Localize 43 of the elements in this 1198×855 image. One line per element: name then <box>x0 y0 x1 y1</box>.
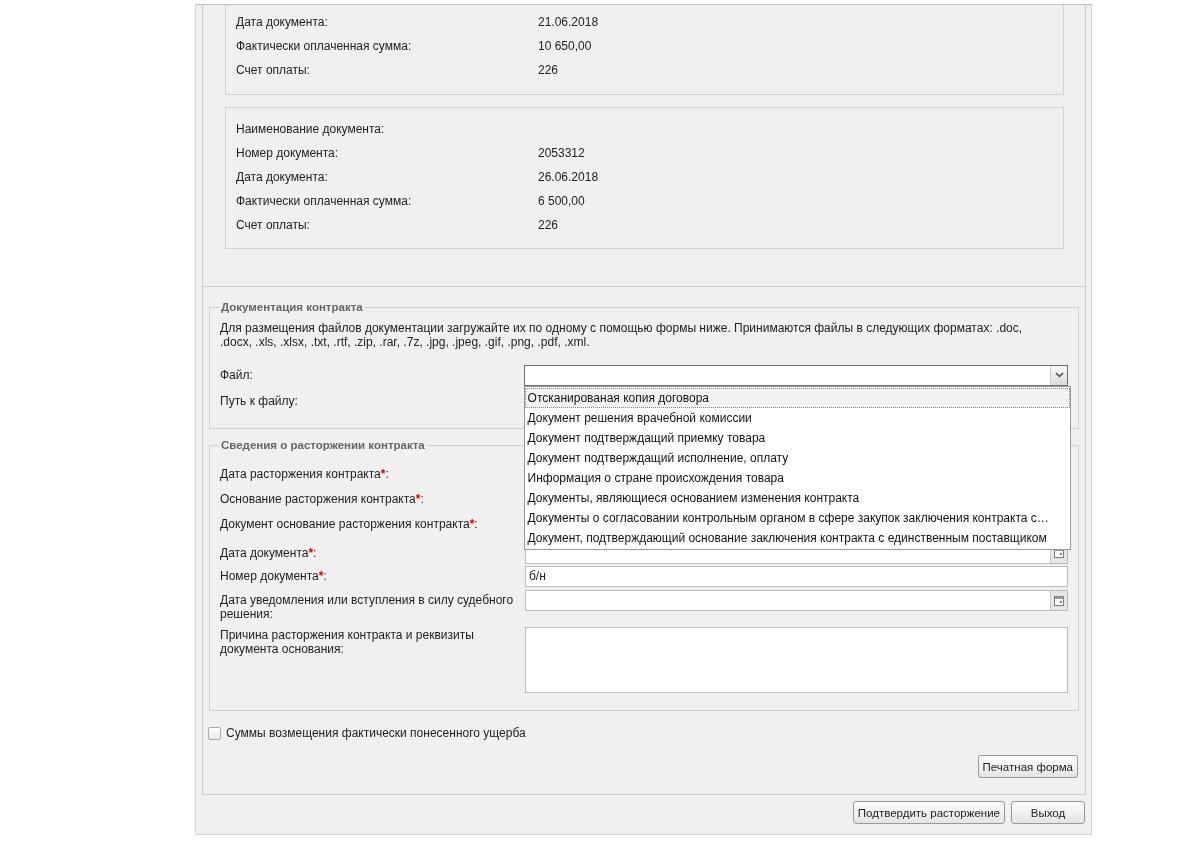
field-label: Путь к файлу: <box>220 394 299 408</box>
field-value: 6 500,00 <box>538 194 585 208</box>
field-value: 10 650,00 <box>538 39 592 53</box>
field-label: Фактически оплаченная сумма: <box>236 194 413 208</box>
field-label: Дата документа: <box>236 170 329 184</box>
section-legend: Сведения о расторжении контракта <box>219 439 427 451</box>
footer-button[interactable]: Выход <box>1011 801 1085 824</box>
field-label: Дата расторжения контракта*: <box>220 466 390 481</box>
field-label: Номер документа*: <box>220 569 328 583</box>
date-field[interactable] <box>525 590 1068 611</box>
field-value: 226 <box>538 218 559 232</box>
field-label: Счет оплаты: <box>236 218 311 232</box>
footer-button[interactable]: Подтвердить расторжение <box>852 801 1005 824</box>
dropdown-option[interactable]: Документы, являющиеся основанием изменения контракта <box>524 487 1070 508</box>
field-value: 26.06.2018 <box>538 170 599 184</box>
field-value: 2053312 <box>538 146 585 160</box>
field-label: Файл: <box>220 368 254 382</box>
dropdown-option[interactable]: Отсканированая копия договора <box>524 387 1070 408</box>
field-label: Счет оплаты: <box>236 63 311 77</box>
dropdown-option[interactable]: Документы о согласовании контрольным органом в сфере закупок заключения контракта с… <box>524 507 1070 528</box>
field-value: 21.06.2018 <box>538 15 599 29</box>
print-form-button[interactable]: Печатная форма <box>977 755 1078 778</box>
field-label: Документ основание расторжения контракта*: <box>220 516 479 531</box>
field-label: Дата уведомления или вступления в силу судебного решения: <box>220 592 515 621</box>
field-label: Дата документа*: <box>220 546 318 560</box>
calendar-icon[interactable] <box>1050 591 1067 610</box>
description-text: Для размещения файлов документации загружайте их по одному с помощью формы ниже. Принимаются файлы в следующих форматах: .doc, .docx, .xls, .xlsx, .txt, .rtf, .zip, .rar, .7z, .jpg, .jpeg, .gif, .png, .pdf, .xml. <box>220 321 1024 349</box>
checkbox-icon[interactable] <box>208 726 221 740</box>
field-label: Фактически оплаченная сумма: <box>236 39 413 53</box>
field-label: Наименование документа: <box>236 122 386 136</box>
dropdown-option[interactable]: Информация о стране происхождения товара <box>524 467 1070 488</box>
dropdown-option[interactable]: Документ подтверждащий приемку товара <box>524 427 1070 448</box>
field-label: Номер документа: <box>236 146 340 160</box>
text-field[interactable]: б/н <box>525 565 1068 587</box>
file-type-select[interactable] <box>523 364 1068 386</box>
field-label: Причина расторжения контракта и реквизиты документа основания: <box>220 627 475 656</box>
dropdown-option[interactable]: Документ подтверждащий исполнение, оплату <box>524 447 1070 468</box>
dropdown-option[interactable]: Документ решения врачебной комиссии <box>524 407 1070 428</box>
section-legend: Документация контракта <box>219 301 365 313</box>
field-label: Основание расторжения контракта*: <box>220 491 425 506</box>
field-label: Дата документа: <box>236 15 329 29</box>
dropdown-option[interactable]: Документ, подтверждающий основание заключения контракта с единственным поставщиком <box>524 527 1070 548</box>
field-value: 226 <box>538 63 559 77</box>
